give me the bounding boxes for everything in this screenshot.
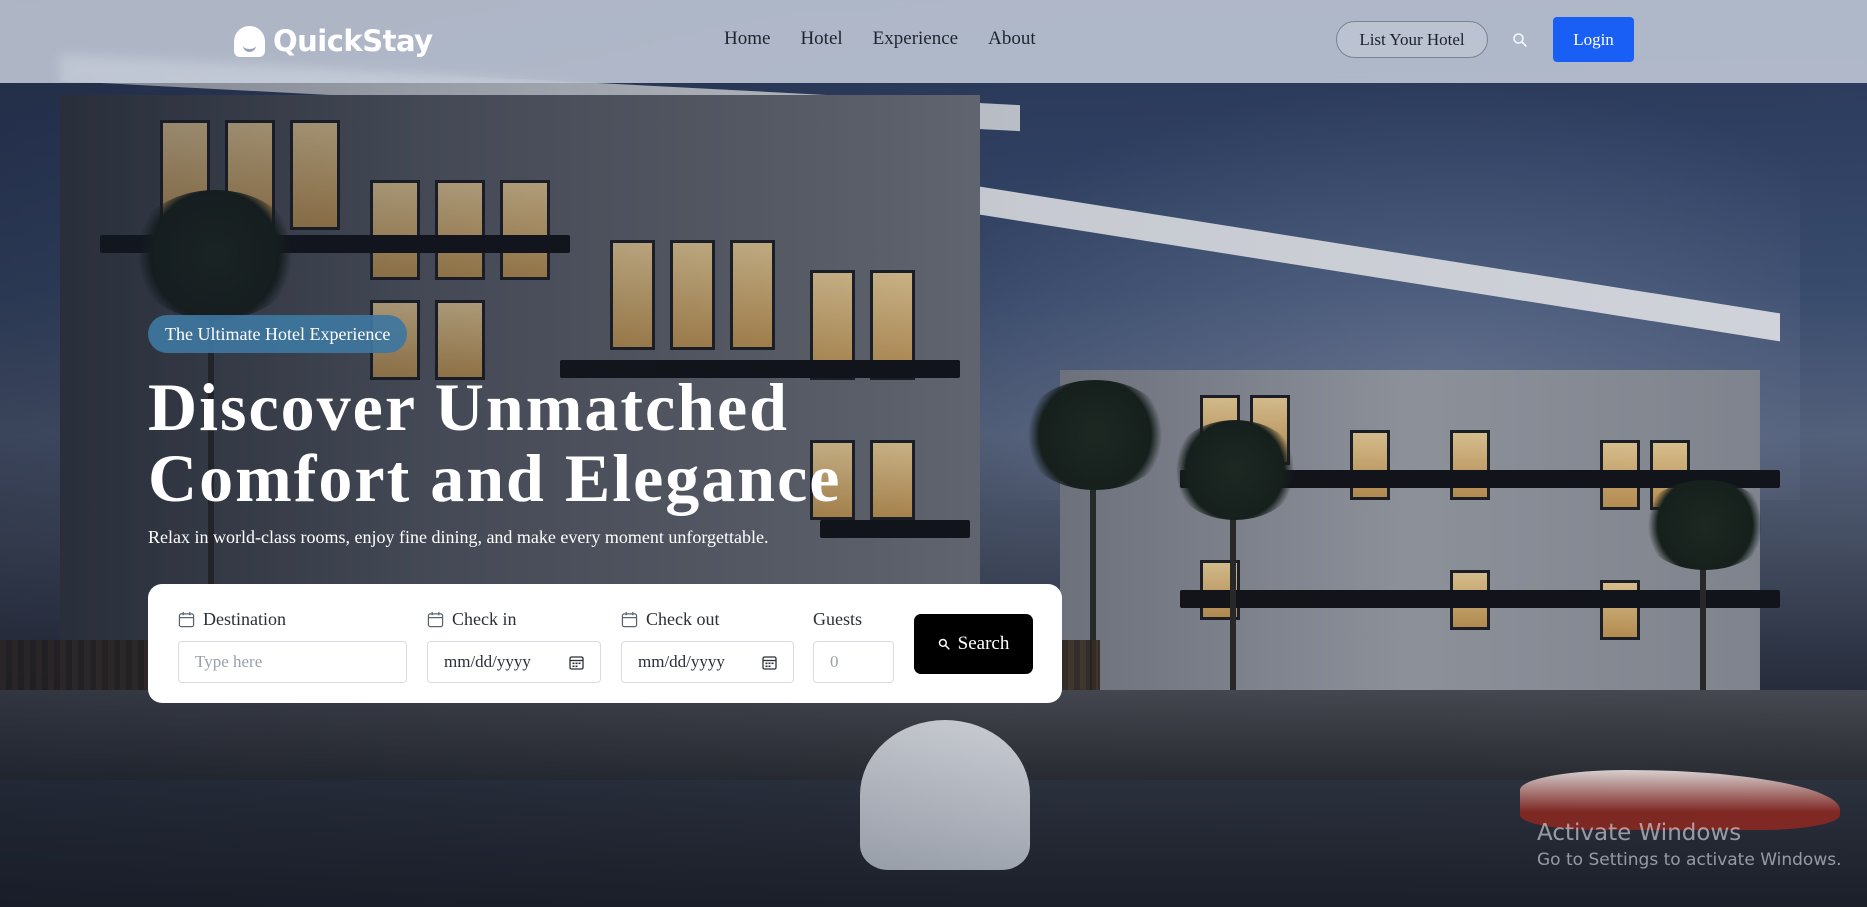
destination-label: Destination <box>203 608 286 629</box>
activate-windows-watermark: Activate Windows Go to Settings to activ… <box>1537 820 1842 870</box>
hero-subtext: Relax in world-class rooms, enjoy fine d… <box>148 527 769 547</box>
calendar-picker-icon[interactable] <box>762 655 777 670</box>
search-button-label: Search <box>957 633 1010 654</box>
brand-name: QuickStay <box>273 24 433 58</box>
nav-about[interactable]: About <box>988 28 1036 50</box>
nav-links: Home Hotel Experience About <box>724 28 1036 50</box>
nav-home[interactable]: Home <box>724 28 770 50</box>
destination-field: Destination <box>178 608 286 630</box>
hero-tagline: The Ultimate Hotel Experience <box>148 315 408 353</box>
calendar-picker-icon[interactable] <box>569 655 584 670</box>
checkin-input[interactable]: mm/dd/yyyy <box>427 641 601 683</box>
logo-icon <box>234 25 265 57</box>
checkout-input[interactable]: mm/dd/yyyy <box>621 641 794 683</box>
login-button[interactable]: Login <box>1553 17 1634 62</box>
search-button[interactable]: Search <box>914 614 1033 674</box>
checkout-field: Check out <box>621 608 720 630</box>
calendar-icon <box>621 611 638 627</box>
guests-label: Guests <box>813 608 862 629</box>
checkout-value: mm/dd/yyyy <box>638 652 725 671</box>
guests-input[interactable]: 0 <box>813 641 894 683</box>
nav-hotel[interactable]: Hotel <box>800 28 842 50</box>
checkout-label: Check out <box>646 608 720 629</box>
brand-logo[interactable]: QuickStay <box>234 24 433 58</box>
calendar-icon <box>178 611 195 627</box>
watermark-title: Activate Windows <box>1537 820 1742 846</box>
checkin-field: Check in <box>427 608 517 630</box>
search-icon[interactable] <box>1512 32 1528 48</box>
booking-search-form: Destination Type here Check in mm/dd/yyy… <box>148 584 1062 703</box>
nav-experience[interactable]: Experience <box>873 28 958 50</box>
watermark-subtitle: Go to Settings to activate Windows. <box>1537 850 1842 870</box>
guests-field: Guests <box>813 608 862 630</box>
checkin-value: mm/dd/yyyy <box>444 652 531 671</box>
checkin-label: Check in <box>452 608 517 629</box>
calendar-icon <box>427 611 444 627</box>
list-your-hotel-button[interactable]: List Your Hotel <box>1336 21 1488 58</box>
destination-input[interactable]: Type here <box>178 641 407 683</box>
navbar: QuickStay Home Hotel Experience About Li… <box>0 0 1867 83</box>
hero-headline: Discover Unmatched Comfort and Elegance <box>148 369 842 516</box>
search-icon <box>938 638 950 650</box>
